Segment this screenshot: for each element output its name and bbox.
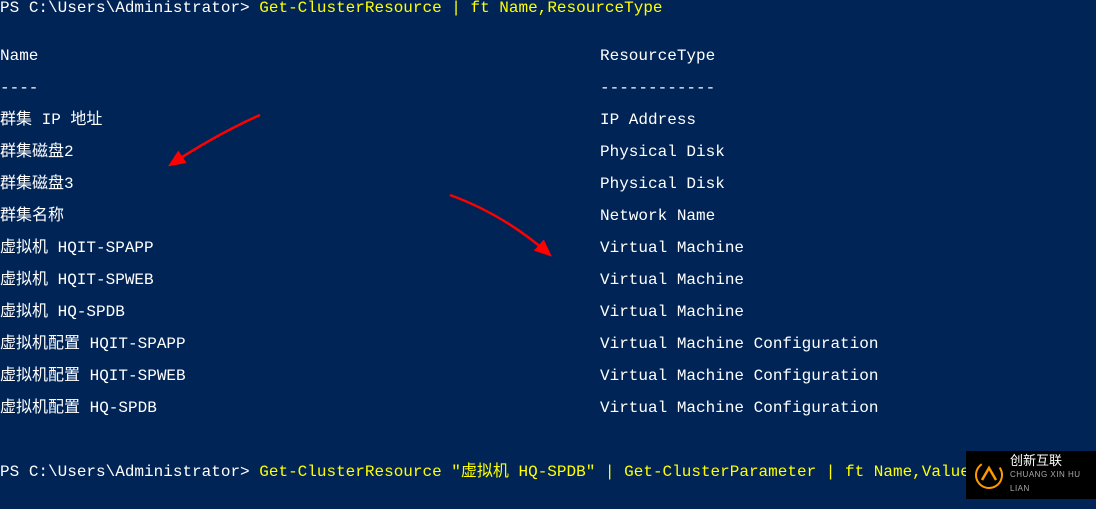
command-2-pre: Get-ClusterResource: [259, 463, 451, 481]
watermark-subtitle: CHUANG XIN HU LIAN: [1010, 468, 1096, 496]
table1-divider: ----------------: [0, 80, 1096, 96]
table-row: 虚拟机配置 HQIT-SPAPPVirtual Machine Configur…: [0, 336, 1096, 352]
table-row: 虚拟机配置 HQIT-SPWEBVirtual Machine Configur…: [0, 368, 1096, 384]
table-row: 虚拟机 HQIT-SPWEBVirtual Machine: [0, 272, 1096, 288]
command-line-2: PS C:\Users\Administrator> Get-ClusterRe…: [0, 464, 1096, 480]
table-row: 群集磁盘2Physical Disk: [0, 144, 1096, 160]
table1-header-type: ResourceType: [600, 48, 715, 64]
command-2-arg: "虚拟机 HQ-SPDB": [451, 463, 595, 481]
powershell-console[interactable]: PS C:\Users\Administrator> Get-ClusterRe…: [0, 0, 1096, 509]
table-row: 群集 IP 地址IP Address: [0, 112, 1096, 128]
command-1-text: Get-ClusterResource | ft Name,ResourceTy…: [259, 0, 662, 17]
table1-header-name: Name: [0, 48, 600, 64]
command-2-post: | Get-ClusterParameter | ft Name,Value: [595, 463, 969, 481]
watermark-logo: 创新互联 CHUANG XIN HU LIAN: [966, 451, 1096, 499]
prompt-path: C:\Users\Administrator>: [29, 0, 250, 17]
prompt-ps: PS: [0, 0, 29, 17]
table-row: 虚拟机配置 HQ-SPDBVirtual Machine Configurati…: [0, 400, 1096, 416]
table-row: 群集磁盘3Physical Disk: [0, 176, 1096, 192]
table-row: 虚拟机 HQIT-SPAPPVirtual Machine: [0, 240, 1096, 256]
table-row: 虚拟机 HQ-SPDBVirtual Machine: [0, 304, 1096, 320]
table1-header: NameResourceType: [0, 48, 1096, 64]
command-line-1: PS C:\Users\Administrator> Get-ClusterRe…: [0, 0, 1096, 16]
watermark-title: 创新互联: [1010, 453, 1062, 468]
logo-icon: [974, 460, 1004, 490]
console-output: PS C:\Users\Administrator> Get-ClusterRe…: [0, 0, 1096, 509]
table-row: 群集名称Network Name: [0, 208, 1096, 224]
watermark-text: 创新互联 CHUANG XIN HU LIAN: [1010, 454, 1096, 496]
